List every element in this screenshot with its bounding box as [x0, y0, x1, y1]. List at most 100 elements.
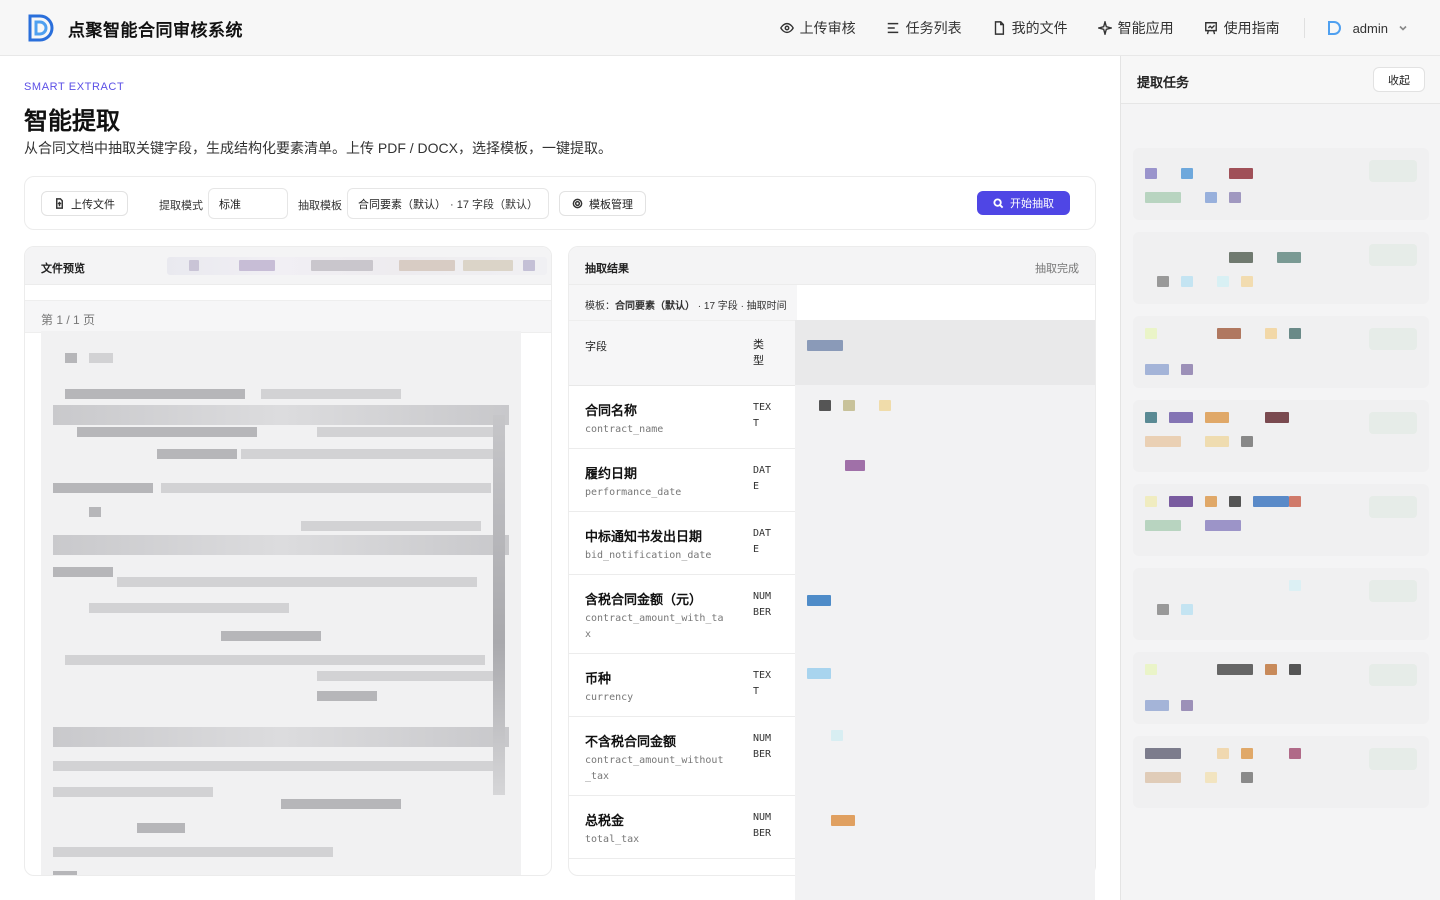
task-card-blurred[interactable] [1133, 232, 1429, 304]
template-meta: · 17 字段 · 抽取时间 [695, 301, 787, 312]
gear-icon [572, 198, 583, 209]
page-eyebrow: SMART EXTRACT [24, 81, 125, 93]
user-avatar-icon [1327, 21, 1341, 35]
column-header-type: 类型 [753, 339, 764, 367]
start-extract-label: 开始抽取 [1010, 198, 1054, 210]
page-edge-shadow [493, 415, 505, 795]
nav-divider [1303, 18, 1305, 38]
task-card-blurred[interactable] [1133, 148, 1429, 220]
nav-user-guide[interactable]: 使用指南 [1204, 18, 1280, 38]
task-card-blurred[interactable] [1133, 484, 1429, 556]
table-row[interactable]: 含税合同金额（元） contract_amount_with_tax NUMBE… [569, 575, 797, 654]
field-name: 合同名称 [585, 403, 638, 418]
collapse-label: 收起 [1388, 74, 1410, 87]
task-card-blurred[interactable] [1133, 316, 1429, 388]
nav-upload-review[interactable]: 上传审核 [779, 18, 856, 38]
field-key: total_tax [585, 834, 640, 845]
main-nav: 上传审核 任务列表 我的文件 智能应用 使用指南 admin [750, 0, 1408, 56]
start-extract-button[interactable]: 开始抽取 [977, 191, 1070, 215]
extract-toolbar: 上传文件 提取模式 标准 抽取模板 合同要素（默认） · 17 字段（默认） 模… [24, 176, 1096, 230]
table-row[interactable]: 合同名称 contract_name TEXT [569, 386, 797, 449]
app-title: 点聚智能合同审核系统 [68, 20, 243, 40]
file-icon [994, 21, 1004, 35]
table-header: 字段 类型 [569, 321, 797, 386]
preview-header: 文件预览 [25, 247, 551, 285]
field-key: contract_amount_without_tax [585, 755, 724, 782]
field-type: DATE [753, 465, 772, 492]
field-name: 履约日期 [585, 466, 638, 481]
template-label: 抽取模板 [298, 200, 342, 212]
table-row[interactable]: 中标通知书发出日期 bid_notification_date DATE [569, 512, 797, 575]
field-key: contract_name [585, 424, 664, 435]
nav-my-files[interactable]: 我的文件 [992, 18, 1068, 38]
eye-icon [779, 22, 794, 34]
page-description: 从合同文档中抽取关键字段，生成结构化要素清单。上传 PDF / DOCX，选择模… [24, 140, 613, 156]
template-prefix: 模板： [585, 301, 615, 312]
column-header-field: 字段 [585, 341, 607, 353]
field-name: 中标通知书发出日期 [585, 529, 703, 544]
page-title: 智能提取 [24, 108, 120, 135]
top-bar: 点聚智能合同审核系统 上传审核 任务列表 我的文件 智能应用 使用指南 admi… [0, 0, 1440, 56]
field-key: currency [585, 692, 634, 703]
side-panel-title: 提取任务 [1137, 75, 1190, 90]
collapse-panel-button[interactable]: 收起 [1373, 67, 1425, 92]
result-values-blurred [795, 320, 1095, 900]
field-key: contract_amount_with_tax [585, 613, 724, 640]
result-template-info: 模板：合同要素（默认） · 17 字段 · 抽取时间 [585, 297, 795, 312]
page-indicator: 第 1 / 1 页 [41, 313, 96, 327]
result-header: 抽取结果 抽取完成 [569, 247, 1095, 285]
chevron-down-icon [1399, 25, 1407, 31]
field-type: TEXT [753, 402, 772, 429]
nav-label: 我的文件 [1011, 20, 1068, 36]
mode-select[interactable]: 标准 [208, 188, 288, 219]
brand[interactable]: 点聚智能合同审核系统 [26, 12, 243, 44]
template-manage-label: 模板管理 [589, 198, 633, 211]
nav-smart-apps[interactable]: 智能应用 [1097, 18, 1174, 38]
upload-file-label: 上传文件 [71, 198, 115, 211]
nav-label: 使用指南 [1223, 20, 1280, 36]
field-name: 总税金 [585, 813, 625, 828]
table-row[interactable]: 总税金 total_tax NUMBER [569, 796, 797, 859]
task-card-blurred[interactable] [1133, 736, 1429, 808]
preview-pagebar: 第 1 / 1 页 [25, 300, 551, 333]
result-table: 字段 类型 合同名称 contract_name TEXT 履约日期 perfo… [569, 321, 797, 859]
template-manage-button[interactable]: 模板管理 [559, 191, 646, 216]
nav-label: 任务列表 [905, 20, 962, 36]
nav-task-list[interactable]: 任务列表 [886, 18, 962, 38]
field-key: performance_date [585, 487, 682, 498]
upload-file-button[interactable]: 上传文件 [41, 191, 128, 216]
nav-label: 上传审核 [799, 20, 856, 36]
table-row[interactable]: 不含税合同金额 contract_amount_without_tax NUMB… [569, 717, 797, 796]
field-name: 不含税合同金额 [585, 734, 677, 749]
result-title: 抽取结果 [585, 263, 629, 275]
nav-label: 智能应用 [1117, 20, 1174, 36]
task-card-blurred[interactable] [1133, 652, 1429, 724]
result-template-bar: 模板：合同要素（默认） · 17 字段 · 抽取时间 [569, 285, 797, 321]
field-type: DATE [753, 528, 772, 555]
side-panel-header: 提取任务 收起 [1121, 56, 1440, 104]
search-icon [993, 197, 1004, 208]
template-value: 合同要素（默认） [358, 198, 446, 211]
task-card-blurred[interactable] [1133, 400, 1429, 472]
table-row[interactable]: 履约日期 performance_date DATE [569, 449, 797, 512]
field-name: 币种 [585, 671, 612, 686]
extract-task-panel: 提取任务 收起 [1120, 56, 1440, 900]
preview-title: 文件预览 [41, 263, 85, 275]
template-select[interactable]: 合同要素（默认） · 17 字段（默认） [347, 188, 549, 219]
template-name: 合同要素（默认） [615, 301, 695, 312]
sparkle-icon [1097, 21, 1112, 35]
user-menu[interactable]: admin [1327, 20, 1408, 36]
field-type: NUMBER [753, 733, 772, 760]
file-tabs-blurred[interactable] [167, 257, 547, 275]
document-page-blurred [41, 331, 521, 875]
field-type: NUMBER [753, 812, 772, 839]
app-logo-icon [28, 14, 54, 42]
template-meta: · 17 字段（默认） [450, 198, 539, 211]
field-type: NUMBER [753, 591, 772, 618]
task-card-blurred[interactable] [1133, 568, 1429, 640]
value-header-blurred [795, 320, 1095, 385]
field-key: bid_notification_date [585, 550, 712, 561]
file-preview-card: 文件预览 第 1 / 1 页 [24, 246, 552, 876]
table-row[interactable]: 币种 currency TEXT [569, 654, 797, 717]
user-name: admin [1352, 20, 1388, 36]
